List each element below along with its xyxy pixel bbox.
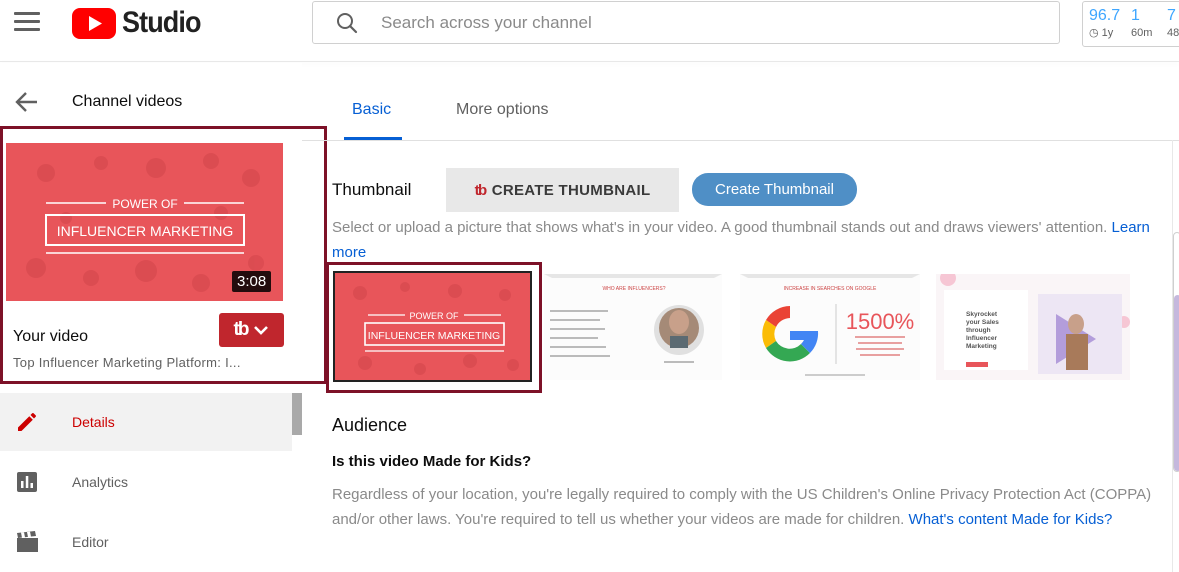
video-subtitle: Top Influencer Marketing Platform: I... (13, 355, 241, 370)
logo-text: Studio (122, 6, 201, 39)
sidebar-scrollbar[interactable] (292, 393, 302, 435)
analytics-icon (17, 472, 37, 492)
create-thumbnail-pill-button[interactable]: Create Thumbnail (692, 173, 857, 206)
video-card: POWER OF INFLUENCER MARKETING 3:08 tb Yo… (0, 126, 327, 384)
sidebar-item-details[interactable]: Details (0, 393, 292, 451)
thumbnail-option-big-value: 1500% (846, 309, 915, 334)
video-title: Your video (13, 328, 89, 345)
clock-icon: ◷ (1089, 27, 1102, 39)
youtube-studio-logo[interactable]: Studio (72, 6, 209, 40)
svg-text:Marketing: Marketing (966, 343, 997, 350)
thumbnail-option-1: POWER OF INFLUENCER MARKETING (335, 273, 530, 380)
thumbnail-option-heading: Skyrocket (966, 311, 998, 318)
svg-text:Influencer: Influencer (966, 335, 998, 342)
menu-icon[interactable] (14, 12, 40, 32)
scrollbar-thumb[interactable] (1174, 295, 1179, 471)
create-thumbnail-button[interactable]: tb CREATE THUMBNAIL (446, 168, 679, 212)
channel-videos-link[interactable]: Channel videos (72, 93, 182, 111)
back-arrow-icon[interactable] (14, 89, 40, 115)
stat-value: 96.7 (1089, 7, 1121, 24)
top-bar: Studio 96.7 ◷ 1y 1 60m 7 48 (0, 0, 1179, 62)
audience-section-title: Audience (332, 415, 408, 435)
stat-other: 7 48 (1167, 7, 1179, 40)
pencil-icon (18, 413, 36, 431)
stat-value: 1 (1131, 7, 1140, 24)
tab-bar: Basic More options (302, 63, 1179, 141)
realtime-stats-widget[interactable]: 96.7 ◷ 1y 1 60m 7 48 (1082, 1, 1179, 47)
chevron-down-icon (254, 326, 269, 335)
thumbnail-help-text: Select or upload a picture that shows wh… (332, 219, 1108, 236)
tab-basic[interactable]: Basic (352, 101, 391, 119)
tubebuddy-logo: tb (474, 181, 488, 199)
thumbnail-option-heading: WHO ARE INFLUENCERS? (602, 286, 665, 292)
clapperboard-icon (17, 531, 38, 552)
tab-more-options[interactable]: More options (456, 101, 549, 119)
thumbnail-option-3[interactable]: INCREASE IN SEARCHES ON GOOGLE 1500% (740, 274, 920, 380)
sidebar-item-analytics[interactable]: Analytics (0, 453, 292, 511)
thumbnail-option-heading: INCREASE IN SEARCHES ON GOOGLE (784, 286, 877, 292)
made-for-kids-description: Regardless of your location, you're lega… (332, 482, 1152, 532)
sidebar-item-label: Details (72, 414, 115, 430)
thumbnail-options: POWER OF INFLUENCER MARKETING WHO ARE IN… (326, 262, 1141, 394)
search-icon[interactable] (335, 11, 359, 35)
thumbnail-option-line2: INFLUENCER MARKETING (368, 330, 500, 342)
thumbnail-option-line1: POWER OF (410, 311, 460, 321)
thumbnail-option-2[interactable]: WHO ARE INFLUENCERS? (544, 274, 722, 380)
thumbnail-option-selected[interactable]: POWER OF INFLUENCER MARKETING (326, 262, 542, 393)
left-sidebar: Channel videos POWER OF INFLUENCER MARKE… (0, 63, 327, 572)
video-duration: 3:08 (232, 271, 272, 292)
search-input[interactable] (381, 12, 981, 33)
sidebar-item-label: Analytics (72, 474, 129, 490)
stat-period: 60m (1131, 27, 1153, 39)
active-tab-indicator (344, 137, 402, 140)
thumbnail-line1: POWER OF (112, 197, 177, 211)
made-for-kids-question: Is this video Made for Kids? (332, 453, 532, 470)
stat-value: 7 (1167, 7, 1176, 24)
youtube-logo-icon (72, 7, 116, 39)
back-row: Channel videos (0, 83, 300, 119)
stat-subscribers: 1 60m (1131, 7, 1152, 40)
stat-period: 48 (1167, 27, 1179, 39)
thumbnail-line2: INFLUENCER MARKETING (57, 223, 234, 239)
sidebar-item-editor[interactable]: Editor (0, 513, 292, 571)
search-box[interactable] (312, 1, 1060, 44)
main-scrollbar[interactable] (1173, 232, 1179, 472)
stat-period: ◷ 1y (1089, 27, 1114, 39)
made-for-kids-link[interactable]: What's content Made for Kids? (909, 511, 1113, 528)
sidebar-item-label: Editor (72, 534, 109, 550)
stat-views: 96.7 ◷ 1y (1089, 7, 1120, 40)
create-thumbnail-label: CREATE THUMBNAIL (491, 181, 651, 199)
thumbnail-section-title: Thumbnail (332, 180, 412, 199)
svg-text:through: through (966, 327, 991, 334)
tubebuddy-menu-button[interactable]: tb (219, 313, 284, 347)
svg-text:your Sales: your Sales (966, 319, 999, 326)
thumbnail-description: Select or upload a picture that shows wh… (332, 215, 1152, 265)
tubebuddy-logo: tb (233, 319, 250, 340)
thumbnail-option-4[interactable]: Skyrocket your Sales through Influencer … (936, 274, 1130, 380)
